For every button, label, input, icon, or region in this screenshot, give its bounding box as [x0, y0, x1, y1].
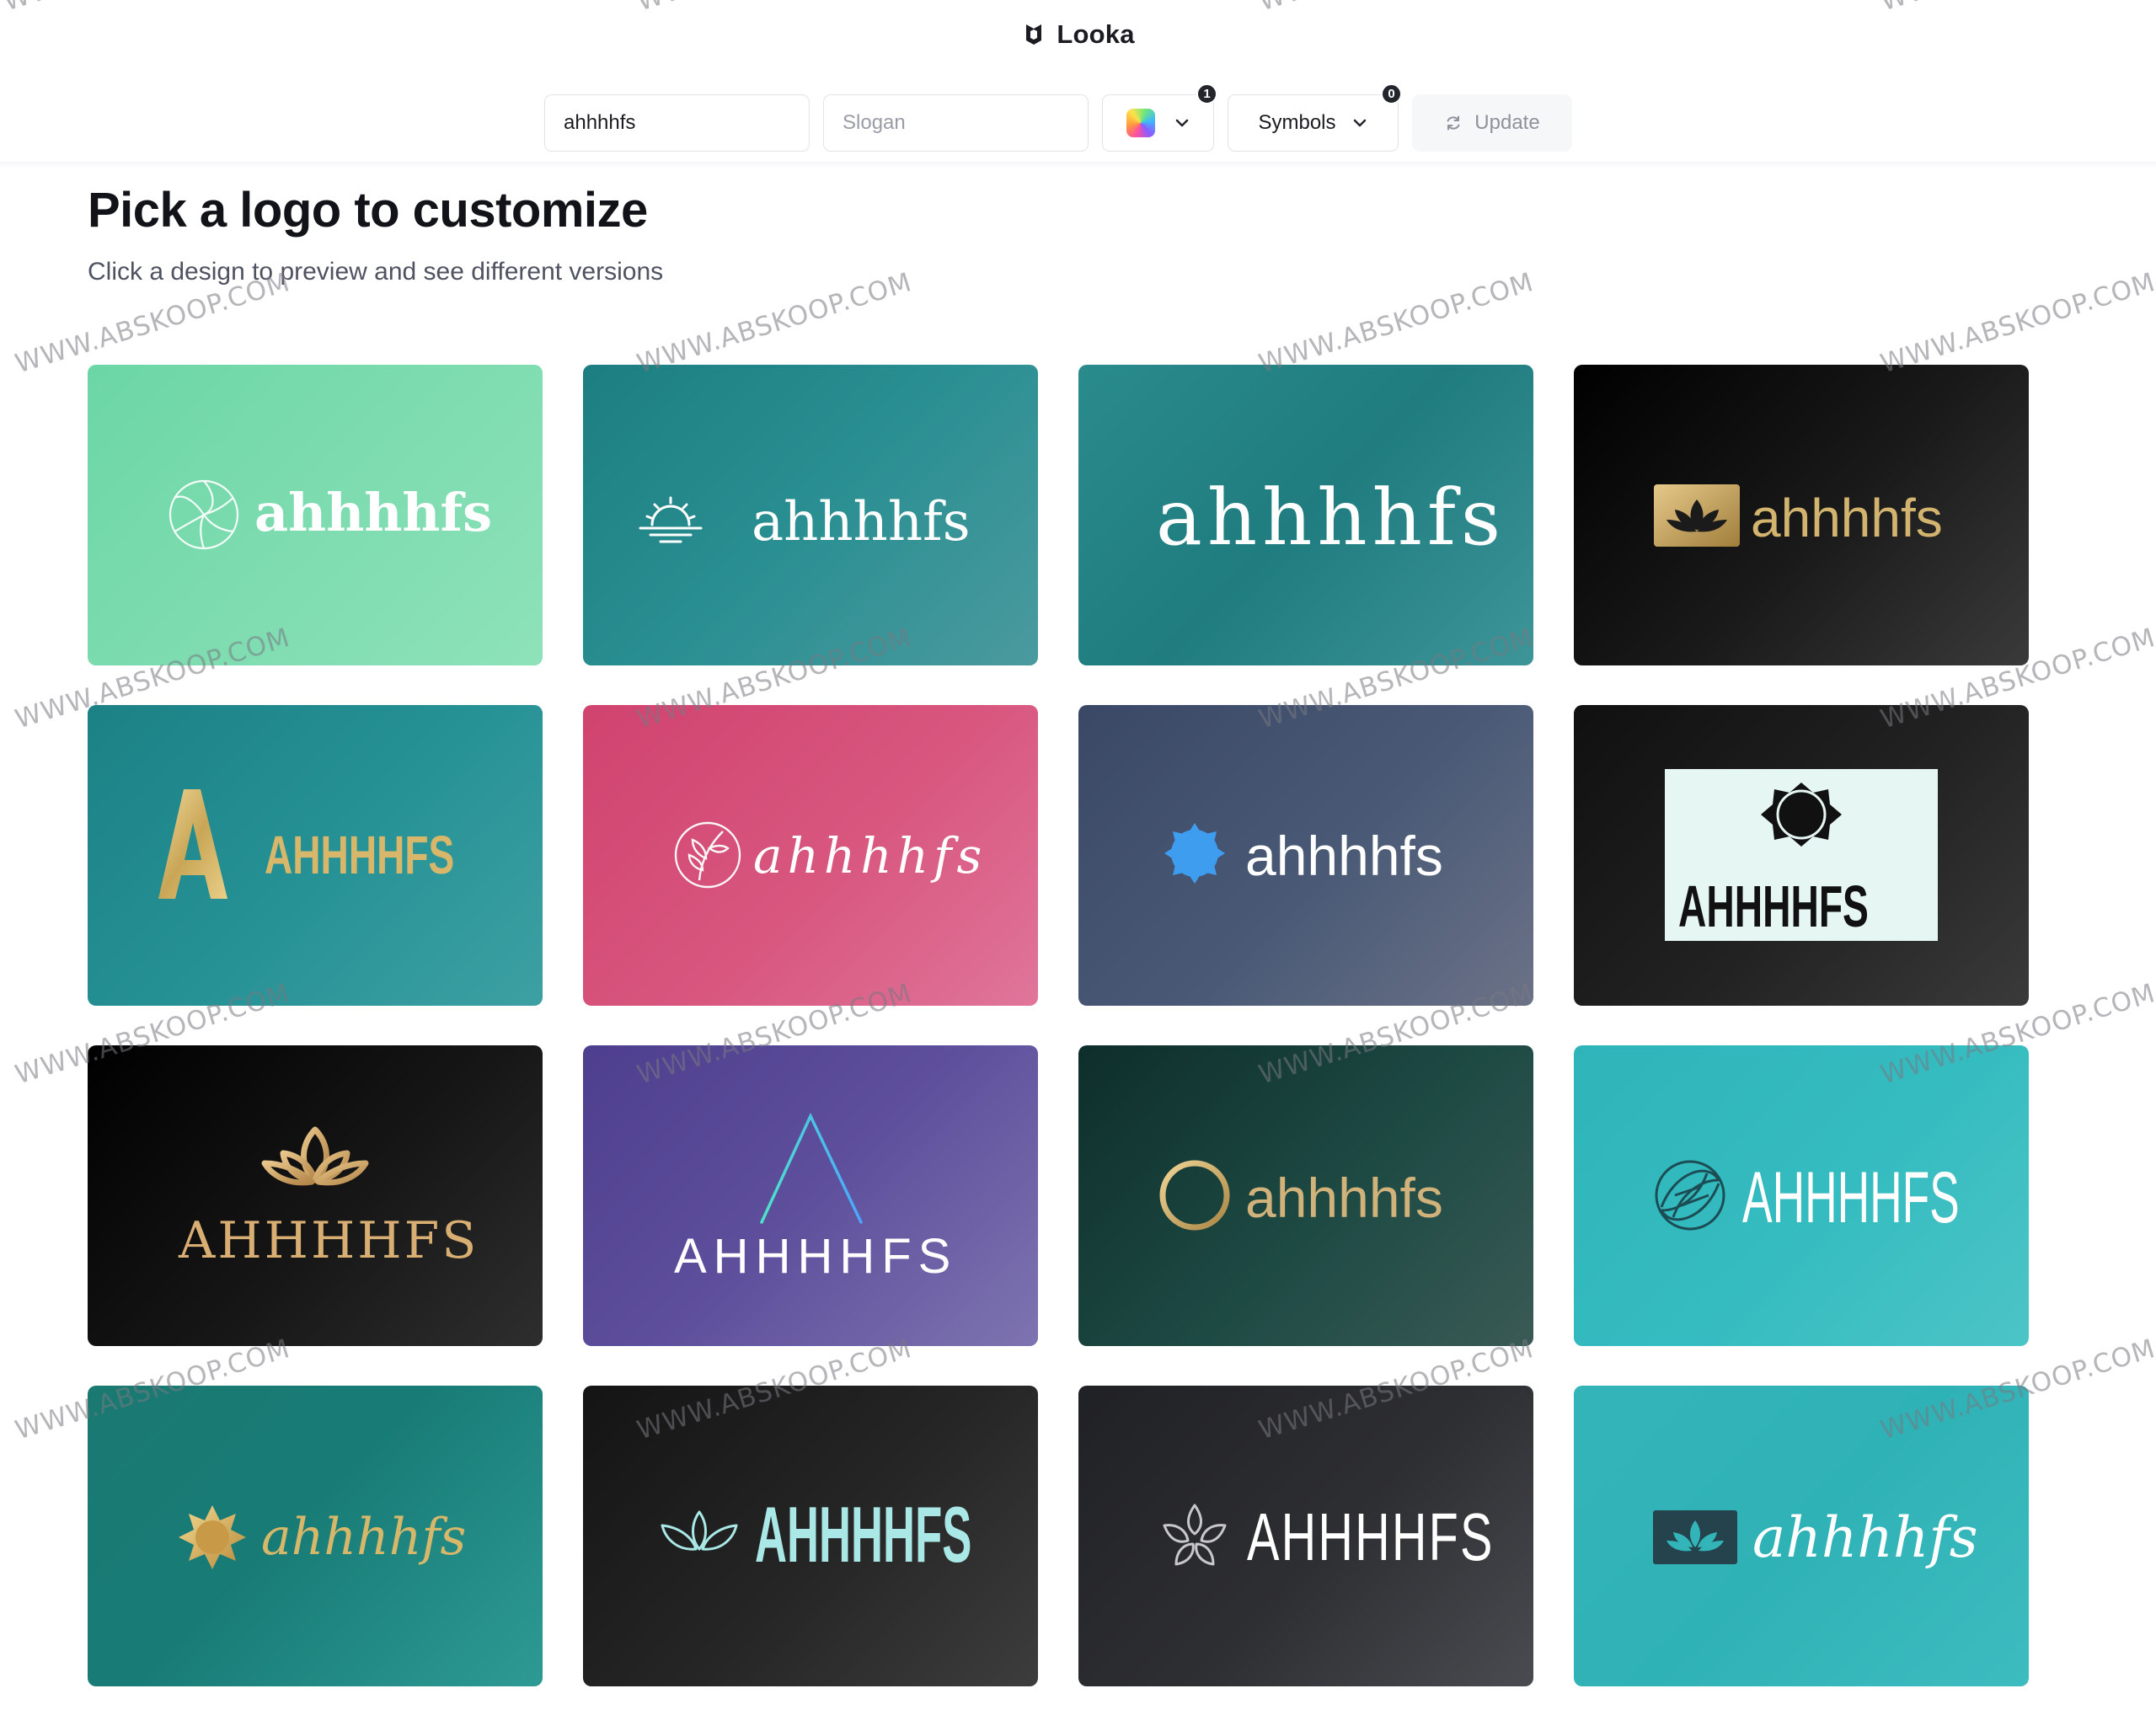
logo-card[interactable]: ahhhhfs — [88, 365, 543, 665]
logo-card[interactable]: ahhhhfs — [1078, 1045, 1533, 1346]
colors-dropdown[interactable]: 1 — [1102, 83, 1217, 152]
logo-card[interactable]: ahhhhfs — [1078, 705, 1533, 1006]
colors-count-badge: 1 — [1196, 83, 1217, 104]
chevron-down-icon — [1353, 119, 1366, 127]
company-name-value: ahhhhfs — [564, 111, 636, 134]
looka-logo-icon — [1026, 24, 1042, 45]
wordmark: AHHHHFS — [674, 1229, 958, 1284]
watermark: WWW.ABSKOOP.COM — [634, 266, 916, 380]
wordmark: AHHHHFS — [265, 825, 455, 885]
dark-flower-icon — [1665, 769, 1938, 941]
wordmark: ahhhhfs — [752, 491, 971, 553]
wordmark: AHHHHFS — [755, 1490, 972, 1579]
wordmark: ahhhhfs — [1156, 473, 1506, 563]
chevron-down-icon — [1175, 119, 1188, 127]
wordmark: ahhhhfs — [1751, 488, 1943, 548]
symbols-dropdown[interactable]: Symbols 0 — [1228, 83, 1402, 152]
wordmark: ahhhhfs — [254, 482, 493, 543]
logo-card[interactable]: AHHHHFS — [1574, 705, 2029, 1006]
brand-header: Looka — [0, 13, 2156, 56]
wordmark: AHHHHFS — [1742, 1157, 1960, 1238]
header-divider — [0, 162, 2156, 168]
logo-card[interactable]: ahhhhfs — [583, 365, 1038, 665]
wordmark: AHHHHFS — [179, 1211, 479, 1270]
logo-card[interactable]: AHHHHFS — [583, 1386, 1038, 1686]
logo-card[interactable]: ahhhhfs — [1574, 1386, 2029, 1686]
wordmark: ahhhhfs — [1752, 1505, 1978, 1570]
wordmark: ahhhhfs — [753, 827, 987, 884]
slogan-input[interactable]: Slogan — [823, 94, 1089, 152]
wordmark: AHHHHFS — [1678, 874, 1869, 939]
logo-grid: ahhhhfs ahhhhfs ahhhhfs ahhhhfs AHHHHFS … — [88, 365, 2029, 1686]
update-label: Update — [1474, 111, 1540, 134]
color-swatch-icon — [1126, 109, 1155, 137]
wordmark: AHHHHFS — [1247, 1499, 1495, 1574]
logo-card[interactable]: AHHHHFS — [88, 1045, 543, 1346]
symbols-count-badge: 0 — [1381, 83, 1402, 104]
logo-card[interactable]: ahhhhfs — [583, 705, 1038, 1006]
slogan-placeholder: Slogan — [843, 111, 906, 134]
logo-card[interactable]: ahhhhfs — [1574, 365, 2029, 665]
wordmark: ahhhhfs — [261, 1508, 467, 1567]
logo-card[interactable]: AHHHHFS — [583, 1045, 1038, 1346]
watermark: WWW.ABSKOOP.COM — [1877, 266, 2156, 380]
wordmark: ahhhhfs — [1245, 825, 1443, 887]
logo-card[interactable]: AHHHHFS — [1574, 1045, 2029, 1346]
update-button[interactable]: Update — [1412, 94, 1572, 152]
refresh-icon — [1447, 115, 1460, 131]
logo-card[interactable]: ahhhhfs — [88, 1386, 543, 1686]
letter-a-outline-icon — [760, 1112, 863, 1224]
wordmark: ahhhhfs — [1245, 1167, 1443, 1229]
page-title: Pick a logo to customize — [88, 183, 648, 238]
logo-card[interactable]: AHHHHFS — [1078, 1386, 1533, 1686]
page-subtitle: Click a design to preview and see differ… — [88, 258, 664, 286]
logo-toolbar: ahhhhfs Slogan 1 Symbols 0 Update — [544, 83, 1572, 152]
brand-name[interactable]: Looka — [1057, 19, 1134, 50]
symbols-label: Symbols — [1258, 111, 1336, 134]
watermark: WWW.ABSKOOP.COM — [1255, 266, 1538, 380]
lotus-outline-icon — [261, 1126, 369, 1186]
logo-card[interactable]: ahhhhfs — [1078, 365, 1533, 665]
company-name-input[interactable]: ahhhhfs — [544, 94, 810, 152]
logo-card[interactable]: AHHHHFS — [88, 705, 543, 1006]
